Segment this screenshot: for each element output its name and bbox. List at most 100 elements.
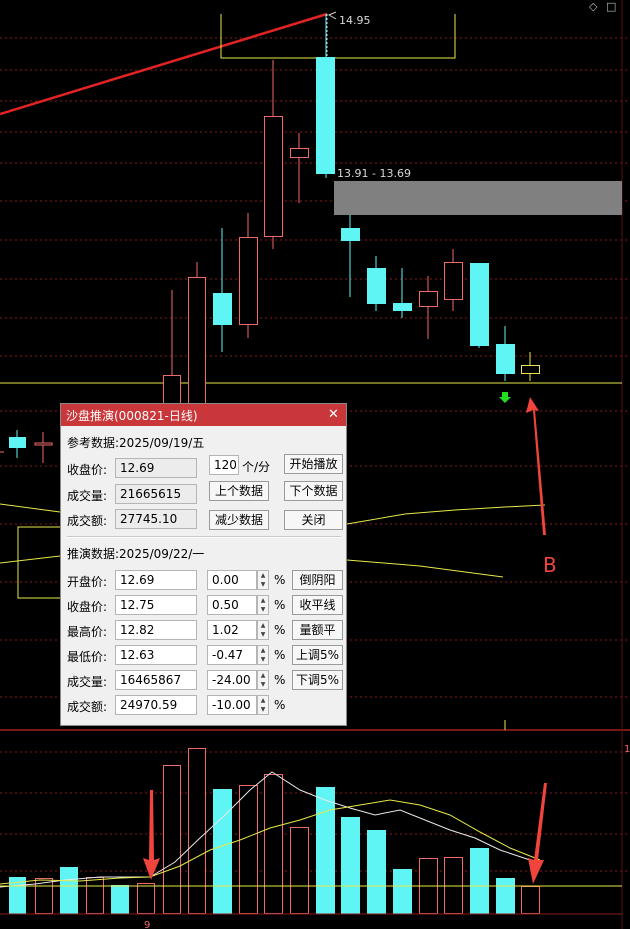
candle (470, 263, 489, 348)
yellow-box (17, 526, 63, 599)
spin-down-icon[interactable]: ▼ (258, 630, 268, 639)
corner-square-icon[interactable]: □ (606, 0, 616, 13)
spin-up-icon[interactable]: ▲ (258, 696, 268, 705)
proj-row-label: 最高价: (67, 625, 108, 639)
proj-value-input[interactable]: 12.82 (115, 620, 197, 640)
proj-value-input[interactable]: 24970.59 (115, 695, 197, 715)
pct-spinner[interactable]: ▲ ▼ (257, 645, 269, 665)
candle (496, 326, 515, 381)
spin-up-icon[interactable]: ▲ (258, 596, 268, 605)
proj-row-label: 成交额: (67, 700, 108, 714)
down-arrow-icon (499, 392, 511, 403)
candle (316, 14, 335, 178)
ma-line-upper-right (346, 504, 546, 525)
proj-row-label: 最低价: (67, 650, 108, 664)
ma-line-upper (0, 503, 61, 513)
candle (213, 228, 232, 352)
candle (419, 276, 438, 339)
dialog-titlebar[interactable]: 沙盘推演(000821-日线) ✕ (61, 404, 346, 426)
ref-volume-field: 21665615 (115, 484, 197, 504)
proj-row-label: 成交量: (67, 675, 108, 689)
annotation-b-label: B (543, 553, 557, 577)
reduce-data-button[interactable]: 减少数据 (209, 510, 269, 530)
ref-volume-label: 成交量: (67, 489, 108, 503)
start-play-button[interactable]: 开始播放 (284, 454, 343, 474)
projection-header: 推演数据:2025/09/22/一 (67, 547, 205, 561)
pct-sign: % (274, 573, 286, 587)
prev-data-button[interactable]: 上个数据 (209, 481, 269, 501)
reference-header: 参考数据:2025/09/19/五 (67, 436, 205, 450)
proj-value-input[interactable]: 12.69 (115, 570, 197, 590)
proj-pct-input[interactable]: 0.50 (207, 595, 257, 615)
candle (393, 268, 412, 318)
ref-close-label: 收盘价: (67, 463, 108, 477)
close-icon[interactable]: ✕ (326, 407, 341, 422)
high-arrow-icon (327, 11, 337, 20)
next-data-button[interactable]: 下个数据 (284, 481, 343, 501)
axis-marker-label: 9 (144, 920, 150, 929)
spin-up-icon[interactable]: ▲ (258, 646, 268, 655)
spin-down-icon[interactable]: ▼ (258, 705, 268, 714)
candle (367, 256, 386, 311)
proj-value-input[interactable]: 16465867 (115, 670, 197, 690)
proj-action-button[interactable]: 收平线 (292, 595, 343, 615)
ma-line-upper-right-2 (346, 559, 504, 578)
pct-sign: % (274, 623, 286, 637)
pct-spinner[interactable]: ▲ ▼ (257, 620, 269, 640)
spin-up-icon[interactable]: ▲ (258, 621, 268, 630)
proj-pct-input[interactable]: -0.47 (207, 645, 257, 665)
dialog-divider (67, 536, 341, 538)
pct-spinner[interactable]: ▲ ▼ (257, 695, 269, 715)
trendline[interactable] (0, 12, 328, 116)
gap-range-label: 13.91 - 13.69 (337, 167, 411, 180)
sandbox-dialog: 沙盘推演(000821-日线) ✕ 参考数据:2025/09/19/五 收盘价:… (60, 403, 347, 726)
pct-spinner[interactable]: ▲ ▼ (257, 570, 269, 590)
proj-pct-input[interactable]: -10.00 (207, 695, 257, 715)
candle (290, 133, 309, 203)
spin-up-icon[interactable]: ▲ (258, 671, 268, 680)
speed-unit: 个/分 (242, 460, 271, 474)
proj-value-input[interactable]: 12.63 (115, 645, 197, 665)
candle (188, 262, 206, 406)
annotation-arrow-left (143, 790, 160, 880)
proj-row-label: 开盘价: (67, 575, 108, 589)
spin-up-icon[interactable]: ▲ (258, 571, 268, 580)
proj-pct-input[interactable]: 1.02 (207, 620, 257, 640)
spin-down-icon[interactable]: ▼ (258, 605, 268, 614)
pct-sign: % (274, 648, 286, 662)
ma-line-upper-left-2 (0, 555, 61, 564)
candle (444, 249, 463, 311)
pct-sign: % (274, 673, 286, 687)
spin-down-icon[interactable]: ▼ (258, 680, 268, 689)
candle (239, 213, 258, 338)
proj-row-label: 收盘价: (67, 600, 108, 614)
spin-down-icon[interactable]: ▼ (258, 580, 268, 589)
proj-action-button[interactable]: 下调5% (292, 670, 343, 690)
ref-amount-field: 27745.10 (115, 509, 197, 529)
proj-action-button[interactable]: 倒阴阳 (292, 570, 343, 590)
candle (341, 215, 360, 297)
candles (0, 14, 540, 463)
right-axis-tick: 1 (624, 744, 630, 755)
candle (163, 290, 181, 406)
proj-value-input[interactable]: 12.75 (115, 595, 197, 615)
spin-down-icon[interactable]: ▼ (258, 655, 268, 664)
ref-close-field: 12.69 (115, 458, 197, 478)
candle (264, 60, 283, 249)
dialog-title: 沙盘推演(000821-日线) (66, 409, 198, 423)
corner-diamond-icon[interactable]: ◇ (589, 0, 598, 13)
proj-action-button[interactable]: 量额平 (292, 620, 343, 640)
speed-input[interactable]: 120 (209, 455, 239, 475)
ref-amount-label: 成交额: (67, 514, 108, 528)
pct-sign: % (274, 598, 286, 612)
close-button[interactable]: 关闭 (284, 510, 343, 530)
pct-spinner[interactable]: ▲ ▼ (257, 670, 269, 690)
proj-pct-input[interactable]: -24.00 (207, 670, 257, 690)
proj-pct-input[interactable]: 0.00 (207, 570, 257, 590)
pct-spinner[interactable]: ▲ ▼ (257, 595, 269, 615)
pct-sign: % (274, 698, 286, 712)
candle (34, 432, 53, 463)
candle (9, 430, 26, 458)
proj-action-button[interactable]: 上调5% (292, 645, 343, 665)
gap-zone[interactable] (334, 181, 622, 215)
